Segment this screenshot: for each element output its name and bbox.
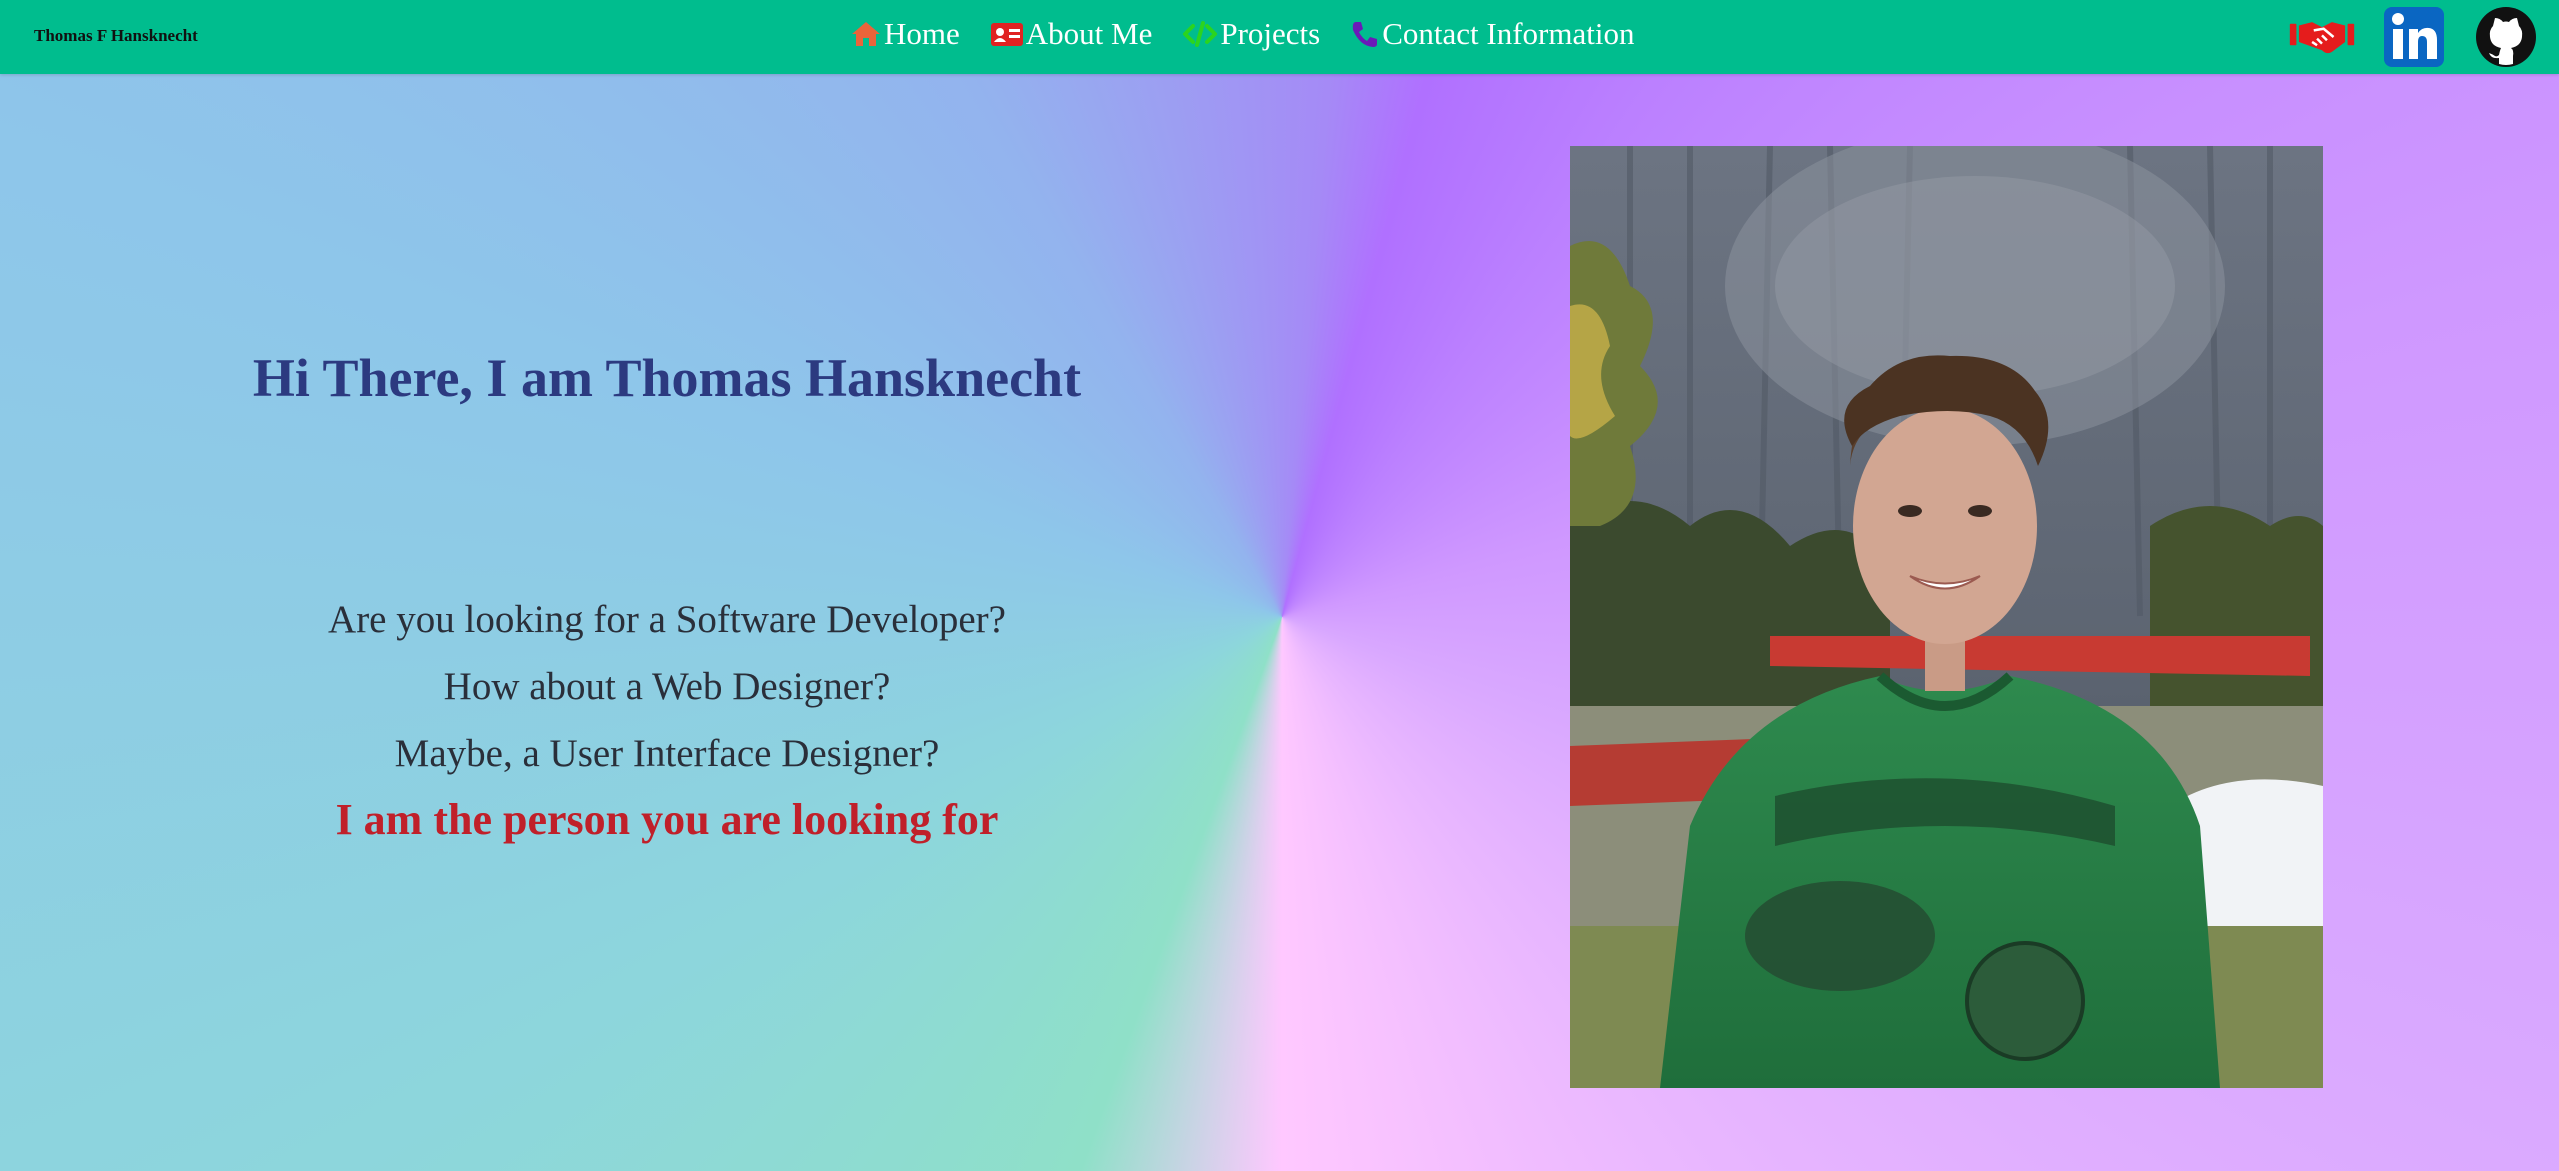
hero-title: Hi There, I am Thomas Hansknecht	[252, 348, 1082, 408]
hero-heading-block: Hi There, I am Thomas Hansknecht	[100, 330, 1234, 426]
hero-tagline-block: Are you looking for a Software Developer…	[100, 586, 1234, 853]
profile-photo-illustration	[1570, 146, 2323, 1088]
github-icon	[2476, 7, 2536, 67]
handshake-icon	[2289, 22, 2355, 54]
nav-home-label: Home	[884, 16, 960, 51]
nav-contact[interactable]: Contact Information	[1350, 16, 1634, 52]
profile-photo	[1570, 146, 2323, 1088]
github-link[interactable]	[2473, 4, 2539, 70]
id-card-icon	[990, 23, 1023, 46]
handshake-link[interactable]	[2289, 4, 2355, 70]
social-links	[2289, 4, 2539, 70]
tagline-emphasis: I am the person you are looking for	[335, 795, 999, 844]
top-navbar: Thomas F Hansknecht Home About Me Projec…	[0, 0, 2559, 74]
tagline-line: Are you looking for a Software Developer…	[328, 598, 1006, 641]
brand-name[interactable]: Thomas F Hansknecht	[34, 26, 198, 46]
linkedin-link[interactable]	[2381, 4, 2447, 70]
home-icon	[852, 22, 880, 46]
nav-projects[interactable]: Projects	[1182, 16, 1320, 52]
linkedin-icon	[2384, 7, 2444, 67]
nav-projects-label: Projects	[1220, 16, 1321, 51]
nav-about-label: About Me	[1025, 16, 1153, 51]
tagline-line: Maybe, a User Interface Designer?	[394, 732, 940, 775]
nav-links: Home About Me Projects Contact Informati…	[850, 16, 1634, 52]
code-icon	[1183, 21, 1218, 47]
nav-about[interactable]: About Me	[990, 16, 1153, 52]
tagline-line: How about a Web Designer?	[443, 665, 891, 708]
phone-icon	[1353, 22, 1378, 47]
nav-contact-label: Contact Information	[1382, 16, 1635, 51]
nav-home[interactable]: Home	[850, 16, 960, 52]
